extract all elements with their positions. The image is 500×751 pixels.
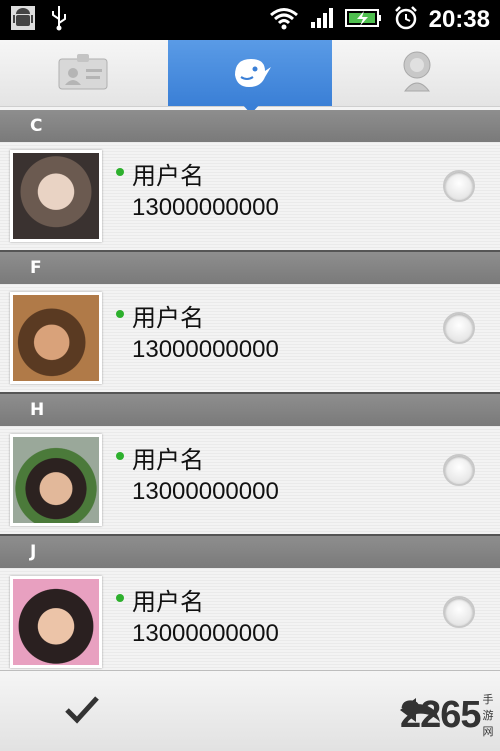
confirm-button[interactable] — [60, 693, 104, 729]
select-radio[interactable] — [443, 170, 475, 202]
section-header: H — [0, 394, 500, 426]
android-icon — [10, 5, 36, 35]
section-header: J — [0, 536, 500, 568]
battery-charging-icon — [344, 7, 383, 33]
section-header: C — [0, 110, 500, 142]
contact-list[interactable]: C 用户名 13000000000 F 用户名 13000000000 H 用户… — [0, 110, 500, 670]
bird-icon — [227, 51, 273, 95]
contact-phone: 13000000000 — [132, 194, 279, 221]
tab-weibo[interactable] — [168, 40, 332, 106]
wifi-icon — [269, 6, 299, 34]
tab-profile[interactable] — [334, 40, 500, 106]
contact-row[interactable]: 用户名 13000000000 — [0, 142, 500, 252]
online-status-dot — [116, 168, 124, 176]
contact-name: 用户名 — [132, 446, 204, 474]
clock-time: 20:38 — [428, 6, 490, 33]
contact-row[interactable]: 用户名 13000000000 — [0, 426, 500, 536]
tab-contacts[interactable] — [0, 40, 166, 106]
watermark-logo: 2265 手游网 — [400, 690, 500, 740]
select-radio[interactable] — [443, 312, 475, 344]
contact-name: 用户名 — [132, 588, 204, 616]
contact-row[interactable]: 用户名 13000000000 — [0, 284, 500, 394]
contact-row[interactable]: 用户名 13000000000 — [0, 568, 500, 670]
tab-bar — [0, 40, 500, 107]
section-header: F — [0, 252, 500, 284]
select-radio[interactable] — [443, 596, 475, 628]
online-status-dot — [116, 452, 124, 460]
avatar — [10, 434, 102, 526]
avatar — [10, 292, 102, 384]
person-icon — [397, 49, 437, 97]
online-status-dot — [116, 310, 124, 318]
contact-phone: 13000000000 — [132, 336, 279, 363]
usb-icon — [48, 5, 70, 35]
checkmark-icon — [64, 694, 100, 728]
online-status-dot — [116, 594, 124, 602]
select-radio[interactable] — [443, 454, 475, 486]
alarm-icon — [393, 5, 419, 35]
contact-card-icon — [57, 51, 109, 95]
contact-phone: 13000000000 — [132, 478, 279, 505]
watermark-number: 2265 — [400, 693, 482, 736]
contact-name: 用户名 — [132, 304, 204, 332]
contact-phone: 13000000000 — [132, 620, 279, 647]
contact-name: 用户名 — [132, 162, 204, 190]
watermark-text: 手游网 — [482, 693, 494, 738]
avatar — [10, 576, 102, 668]
signal-icon — [309, 6, 335, 34]
avatar — [10, 150, 102, 242]
status-bar: 20:38 — [0, 0, 500, 40]
